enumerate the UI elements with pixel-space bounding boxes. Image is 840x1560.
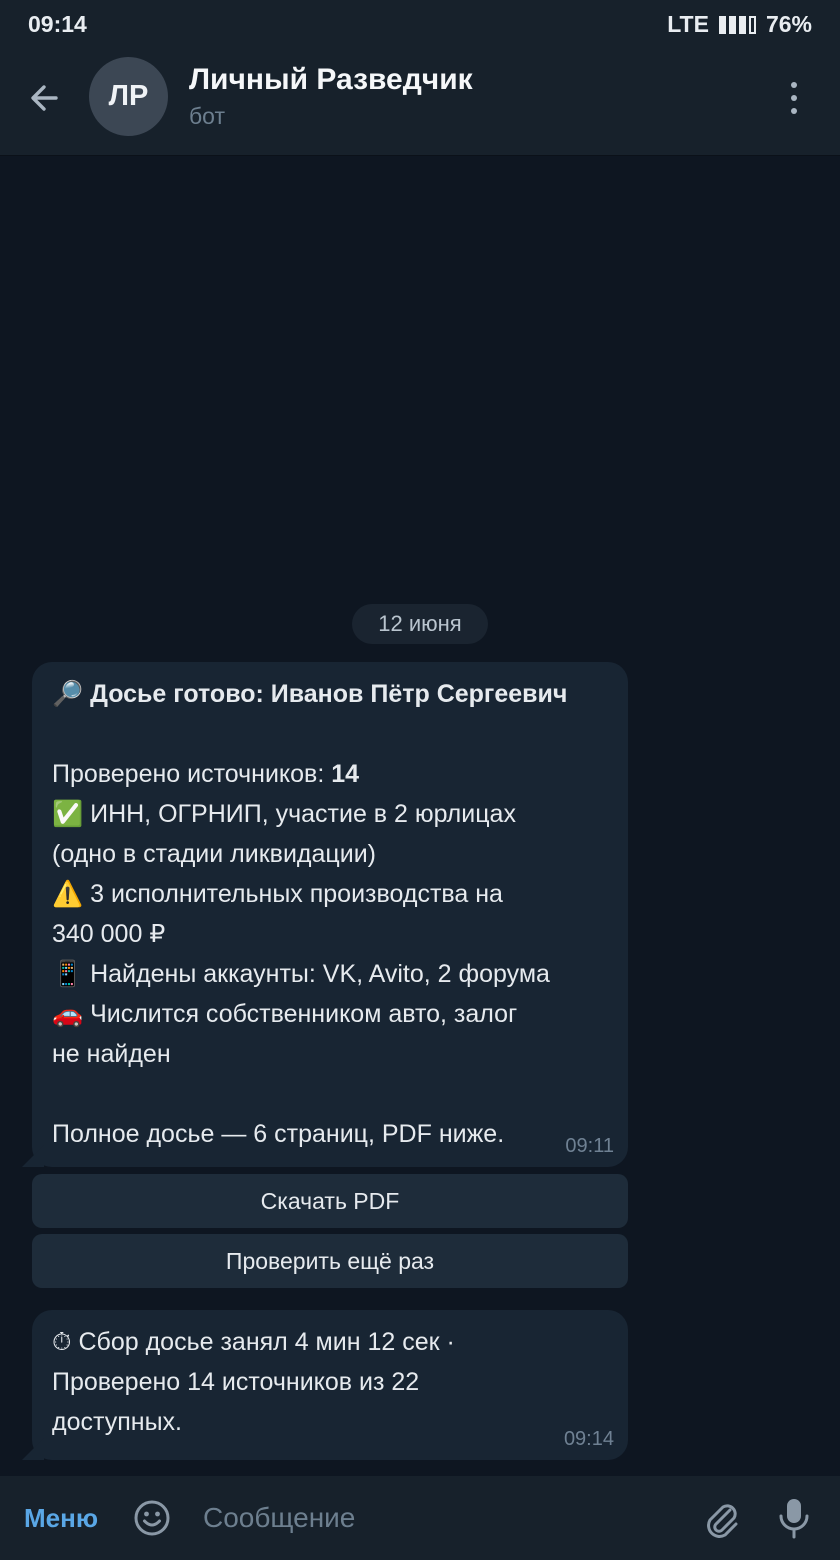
accounts-text: Найдены аккаунты: VK, Avito, 2 форума <box>90 960 550 988</box>
sources-label: Проверено источников: <box>52 760 332 788</box>
chat-title[interactable]: Личный Разведчик <box>189 63 473 97</box>
proceedings-text: 3 исполнительных производства на <box>90 880 503 908</box>
message-time: 09:14 <box>563 1428 614 1450</box>
footer-line: Полное досье — 6 страниц, PDF ниже. <box>52 1120 505 1148</box>
menu-button[interactable]: Меню <box>24 1503 98 1534</box>
bubble-tail <box>22 1438 44 1460</box>
car-icon: 🚗 <box>52 999 84 1028</box>
signal-icon <box>718 15 756 34</box>
back-arrow-icon[interactable] <box>26 78 66 118</box>
message-time: 09:11 <box>565 1135 614 1157</box>
chat-header: ЛР Личный Разведчик бот <box>0 52 840 156</box>
message-bubble[interactable]: ⏱ Сбор досье занял 4 мин 12 сек · Провер… <box>22 1310 628 1460</box>
message-title-line: 🔎 Досье готово: Иванов Пётр Сергеевич <box>52 674 608 714</box>
recheck-button[interactable]: Проверить ещё раз <box>32 1234 628 1288</box>
avatar[interactable]: ЛР <box>89 57 168 136</box>
sources-count: 14 <box>331 760 360 788</box>
sources-line: Проверено источников: 14 <box>52 754 608 794</box>
bubble-tail <box>22 1145 44 1167</box>
download-pdf-button[interactable]: Скачать PDF <box>32 1174 628 1228</box>
car-line: 🚗 Числится собственником авто, залог <box>52 994 608 1034</box>
chat-subtitle: бот <box>189 103 225 129</box>
message-composer: Меню Сообщение <box>0 1476 840 1560</box>
message-title: Досье готово: Иванов Пётр Сергеевич <box>90 680 568 708</box>
more-menu-icon[interactable] <box>788 82 800 114</box>
accounts-line: 📱 Найдены аккаунты: VK, Avito, 2 форума <box>52 954 608 994</box>
emoji-icon[interactable] <box>133 1499 171 1537</box>
checked-line-cont: доступных. <box>52 1408 182 1436</box>
stopwatch-icon: ⏱ <box>52 1327 72 1356</box>
status-right: LTE 76% <box>667 11 812 38</box>
message-bubble[interactable]: 🔎 Досье готово: Иванов Пётр Сергеевич Пр… <box>22 662 628 1167</box>
message-input[interactable]: Сообщение <box>203 1502 355 1534</box>
battery-level: 76% <box>765 11 812 37</box>
microphone-icon[interactable] <box>776 1496 812 1540</box>
car-line-cont: не найден <box>52 1040 171 1068</box>
date-separator: 12 июня <box>352 604 488 644</box>
duration-text: Сбор досье занял 4 мин 12 сек · <box>78 1328 455 1356</box>
inn-line: ✅ ИНН, ОГРНИП, участие в 2 юрлицах <box>52 794 608 834</box>
check-icon: ✅ <box>52 799 84 828</box>
status-time: 09:14 <box>28 11 87 37</box>
car-text: Числится собственником авто, залог <box>90 1000 518 1028</box>
magnifier-icon: 🔎 <box>52 679 84 708</box>
phone-icon: 📱 <box>52 959 84 988</box>
status-bar: 09:14 LTE 76% <box>0 0 840 52</box>
inn-text: ИНН, ОГРНИП, участие в 2 юрлицах <box>90 800 516 828</box>
warning-icon: ⚠️ <box>52 879 84 908</box>
inn-line-cont: (одно в стадии ликвидации) <box>52 840 376 868</box>
paperclip-icon[interactable] <box>700 1496 744 1540</box>
proceedings-amount: 340 000 ₽ <box>52 920 166 948</box>
duration-line: ⏱ Сбор досье занял 4 мин 12 сек · <box>52 1322 608 1362</box>
network-type: LTE <box>667 11 709 37</box>
proceedings-line: ⚠️ 3 исполнительных производства на <box>52 874 608 914</box>
checked-line: Проверено 14 источников из 22 <box>52 1368 420 1396</box>
